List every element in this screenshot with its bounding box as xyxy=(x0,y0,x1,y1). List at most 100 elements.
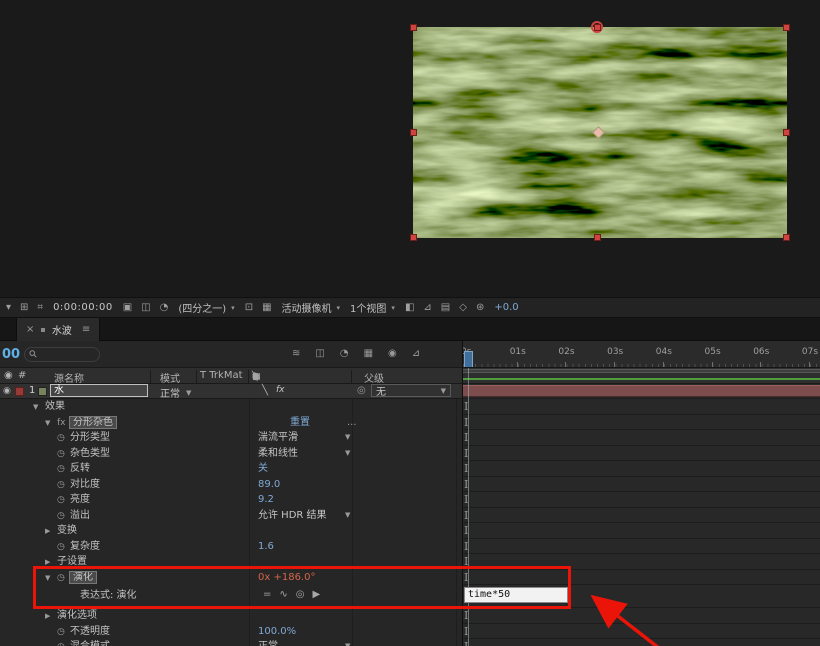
selection-handle-top-right[interactable] xyxy=(783,24,790,31)
close-icon[interactable]: × xyxy=(26,324,34,335)
current-time-indicator-line[interactable] xyxy=(468,368,469,646)
property-value-opacity[interactable]: 100.0% xyxy=(258,624,296,640)
twirl-right-icon[interactable]: ▶ xyxy=(45,524,57,540)
stopwatch-icon[interactable]: ◷ xyxy=(57,640,70,646)
chevron-down-icon[interactable]: ▼ xyxy=(345,446,350,462)
transparency-grid-icon[interactable]: ▦ xyxy=(262,302,271,313)
parent-pick-whip-icon[interactable]: ◎ xyxy=(357,385,366,396)
chevron-down-icon[interactable]: ▼ xyxy=(345,430,350,446)
column-source-name-label[interactable]: 源名称 xyxy=(54,370,84,385)
property-value-overflow[interactable]: 允许 HDR 结果 xyxy=(258,508,327,524)
property-row-brightness[interactable]: ◷亮度9.2 xyxy=(0,492,462,508)
selection-handle-bottom-center[interactable] xyxy=(594,234,601,241)
property-value-fractal-type[interactable]: 湍流平滑 xyxy=(258,430,298,446)
property-row-expression-evolution[interactable]: 表达式: 演化=∿◎▶ xyxy=(0,585,462,608)
property-row-overflow[interactable]: ◷溢出允许 HDR 结果▼ xyxy=(0,508,462,524)
expression-enable-icon[interactable]: = xyxy=(263,587,271,602)
chevron-down-icon[interactable]: ▼ xyxy=(345,639,350,646)
property-value-complexity[interactable]: 1.6 xyxy=(258,539,274,555)
property-value-brightness[interactable]: 9.2 xyxy=(258,492,274,508)
parent-dropdown[interactable]: 无 ▼ xyxy=(371,384,451,397)
layer-mode-dropdown[interactable]: 正常 ▼ xyxy=(160,385,191,400)
layer-row[interactable]: ◉ 1 水 正常 ▼ ╲ fx ◎ 无 ▼ xyxy=(0,384,462,399)
property-row-invert[interactable]: ◷反转关 xyxy=(0,461,462,477)
property-value-contrast[interactable]: 89.0 xyxy=(258,477,280,493)
layer-duration-bar[interactable] xyxy=(463,385,820,397)
property-row-evolution-options-group[interactable]: ▶演化选项 xyxy=(0,608,462,624)
selection-handle-mid-right[interactable] xyxy=(783,129,790,136)
selection-handle-mid-left[interactable] xyxy=(410,129,417,136)
selection-handle-top-center[interactable] xyxy=(594,24,601,31)
reset-exposure-icon[interactable]: ⊛ xyxy=(476,302,484,313)
property-row-noise-type[interactable]: ◷杂色类型柔和线性▼ xyxy=(0,446,462,462)
reset-effect-button[interactable]: 重置 xyxy=(290,415,310,431)
expression-language-icon[interactable]: ▶ xyxy=(313,587,321,602)
work-area-bar[interactable] xyxy=(463,369,820,373)
twirl-right-icon[interactable]: ▶ xyxy=(45,609,57,625)
time-ruler[interactable]: 0s01s02s03s04s05s06s07s xyxy=(463,341,820,368)
stopwatch-icon[interactable]: ◷ xyxy=(57,462,70,478)
property-row-fractal-type[interactable]: ◷分形类型湍流平滑▼ xyxy=(0,430,462,446)
selection-handle-top-left[interactable] xyxy=(410,24,417,31)
stopwatch-icon[interactable]: ◷ xyxy=(57,540,70,556)
expression-graph-icon[interactable]: ∿ xyxy=(279,587,287,602)
stopwatch-icon[interactable]: ◷ xyxy=(57,493,70,509)
property-row-opacity[interactable]: ◷不透明度100.0% xyxy=(0,624,462,640)
layer-color-label[interactable] xyxy=(15,387,24,396)
property-value-invert[interactable]: 关 xyxy=(258,461,268,477)
property-row-effects-group[interactable]: ▼效果 xyxy=(0,399,462,415)
property-row-blend-mode[interactable]: ◷混合模式正常▼ xyxy=(0,639,462,646)
column-mode-label[interactable]: 模式 xyxy=(160,370,180,385)
selection-handle-bottom-right[interactable] xyxy=(783,234,790,241)
mask-visibility-icon[interactable]: ⌗ xyxy=(37,302,43,313)
property-value-noise-type[interactable]: 柔和线性 xyxy=(258,446,298,462)
twirl-down-icon[interactable]: ▼ xyxy=(45,416,57,432)
show-snapshot-icon[interactable]: ◫ xyxy=(141,302,150,313)
camera-view-dropdown[interactable]: 活动摄像机 ▾ xyxy=(282,300,341,315)
twirl-down-icon[interactable]: ▼ xyxy=(33,400,45,416)
current-time-display[interactable]: 00 xyxy=(2,347,20,362)
layer-name-field[interactable]: 水 xyxy=(50,384,148,397)
timeline-button-icon[interactable]: ▤ xyxy=(441,302,450,313)
snapshot-icon[interactable]: ▣ xyxy=(123,302,132,313)
current-time-indicator-handle[interactable] xyxy=(464,351,473,368)
resolution-dropdown[interactable]: (四分之一) ▾ xyxy=(178,300,234,315)
threed-column-icon[interactable]: ⊙ xyxy=(252,372,260,382)
effect-options-button[interactable]: ... xyxy=(347,415,357,431)
property-value-evolution[interactable]: 0x +186.0° xyxy=(258,570,315,586)
twirl-down-icon[interactable]: ▼ xyxy=(45,571,57,587)
video-eye-icon[interactable]: ◉ xyxy=(3,386,11,396)
tab-water-wave[interactable]: × ▪ 水波 ≡ xyxy=(16,318,100,341)
graph-editor-icon[interactable]: ⊿ xyxy=(412,348,420,359)
frame-blending-icon[interactable]: ▦ xyxy=(364,348,373,359)
exposure-value[interactable]: +0.0 xyxy=(494,302,518,313)
view-layout-dropdown[interactable]: 1个视图 ▾ xyxy=(350,300,395,315)
toolbar-timecode[interactable]: 0:00:00:00 xyxy=(53,302,113,313)
search-input[interactable]: ⚲ xyxy=(24,347,100,362)
panel-menu-icon[interactable]: ≡ xyxy=(82,324,90,335)
grid-guides-icon[interactable]: ⊞ xyxy=(20,302,28,313)
stopwatch-icon[interactable]: ◷ xyxy=(57,509,70,525)
property-row-evolution[interactable]: ▼◷演化0x +186.0° xyxy=(0,570,462,586)
property-row-complexity[interactable]: ◷复杂度1.6 xyxy=(0,539,462,555)
region-of-interest-icon[interactable]: ⊡ xyxy=(245,302,253,313)
selection-handle-bottom-left[interactable] xyxy=(410,234,417,241)
column-trkmat-label[interactable]: T TrkMat xyxy=(200,370,243,381)
expression-pick-whip-icon[interactable]: ◎ xyxy=(296,587,305,602)
stopwatch-icon[interactable]: ◷ xyxy=(57,478,70,494)
chevron-down-icon[interactable]: ▼ xyxy=(345,508,350,524)
property-row-sub-settings-group[interactable]: ▶子设置 xyxy=(0,554,462,570)
stopwatch-icon[interactable]: ◷ xyxy=(57,571,70,587)
flowchart-button-icon[interactable]: ◇ xyxy=(459,302,467,313)
motion-blur-icon[interactable]: ◉ xyxy=(388,348,397,359)
property-row-contrast[interactable]: ◷对比度89.0 xyxy=(0,477,462,493)
magnification-menu-icon[interactable]: ▾ xyxy=(6,302,11,313)
twirl-right-icon[interactable]: ▶ xyxy=(45,555,57,571)
comp-mini-flowchart-icon[interactable]: ≋ xyxy=(292,348,300,359)
property-row-transform-group[interactable]: ▶变换 xyxy=(0,523,462,539)
effect-fx-icon[interactable]: fx xyxy=(57,416,70,432)
hide-shy-layers-icon[interactable]: ◔ xyxy=(340,348,349,359)
fx-switch-icon[interactable]: fx xyxy=(276,385,285,395)
pixel-aspect-icon[interactable]: ◧ xyxy=(405,302,414,313)
expression-input[interactable]: time*50 xyxy=(464,587,568,603)
